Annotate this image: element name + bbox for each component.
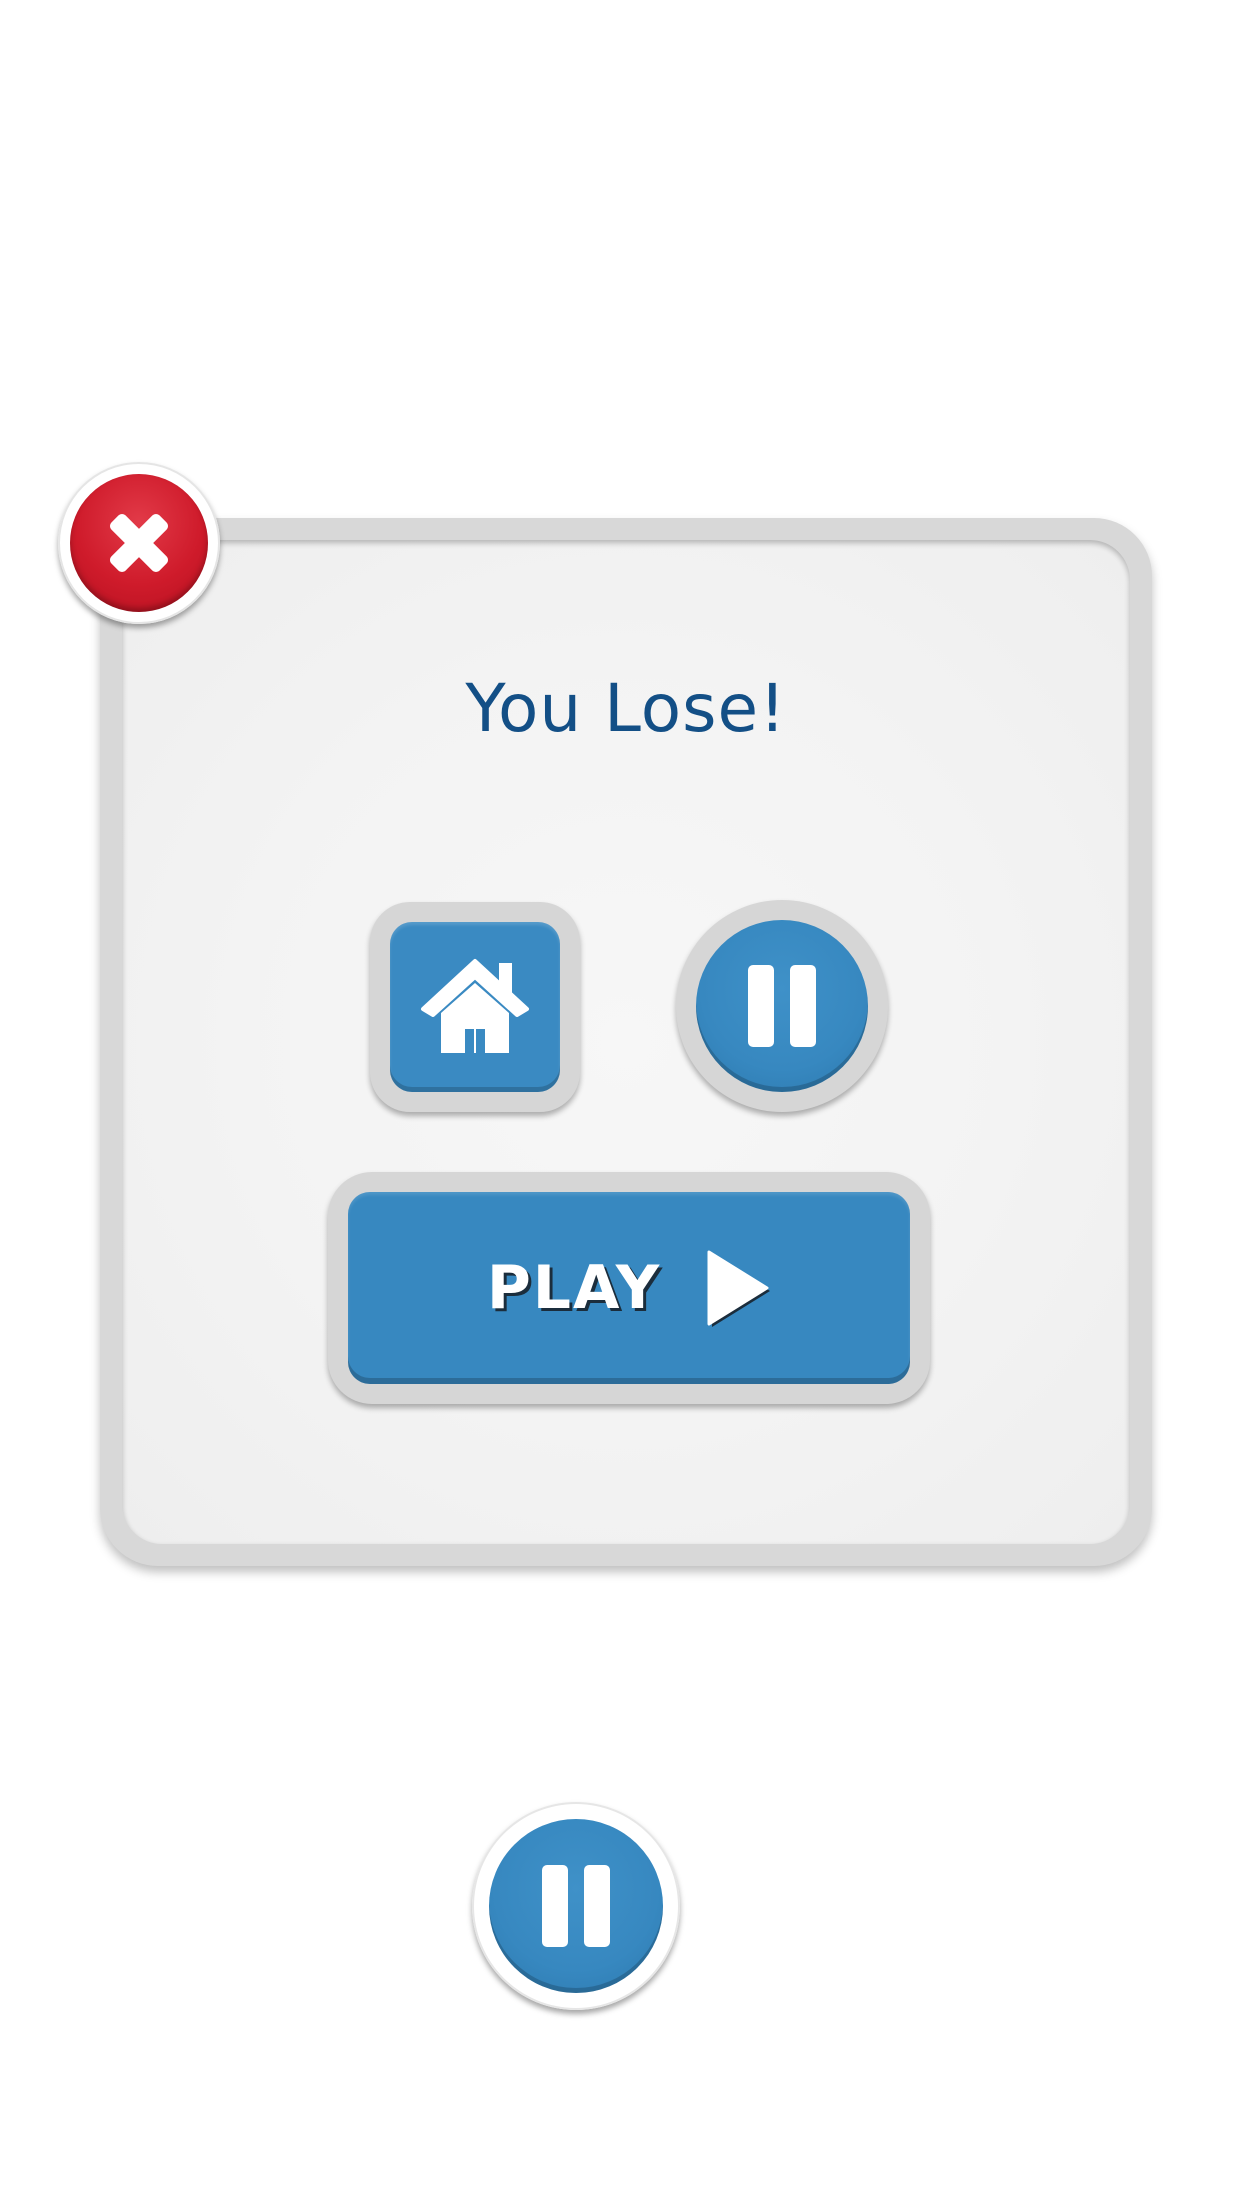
home-button-face [390, 922, 560, 1092]
play-icon [707, 1250, 771, 1327]
game-over-dialog: You Lose! [100, 518, 1152, 1566]
pause-button-hud[interactable] [472, 1802, 680, 2010]
hud-pause-button-face [489, 1819, 663, 1993]
pause-icon [542, 1865, 610, 1947]
play-label: PLAY [486, 1253, 662, 1323]
home-button[interactable] [370, 902, 580, 1112]
close-button-face [70, 474, 208, 612]
play-button-face: PLAY [348, 1192, 910, 1384]
close-button[interactable] [58, 462, 220, 624]
pause-icon [748, 965, 816, 1047]
home-icon [421, 959, 529, 1053]
play-button[interactable]: PLAY [328, 1172, 930, 1404]
pause-button-dialog[interactable] [676, 900, 888, 1112]
pause-button-face [696, 920, 868, 1092]
close-icon [109, 513, 169, 573]
dialog-title: You Lose! [465, 670, 787, 747]
